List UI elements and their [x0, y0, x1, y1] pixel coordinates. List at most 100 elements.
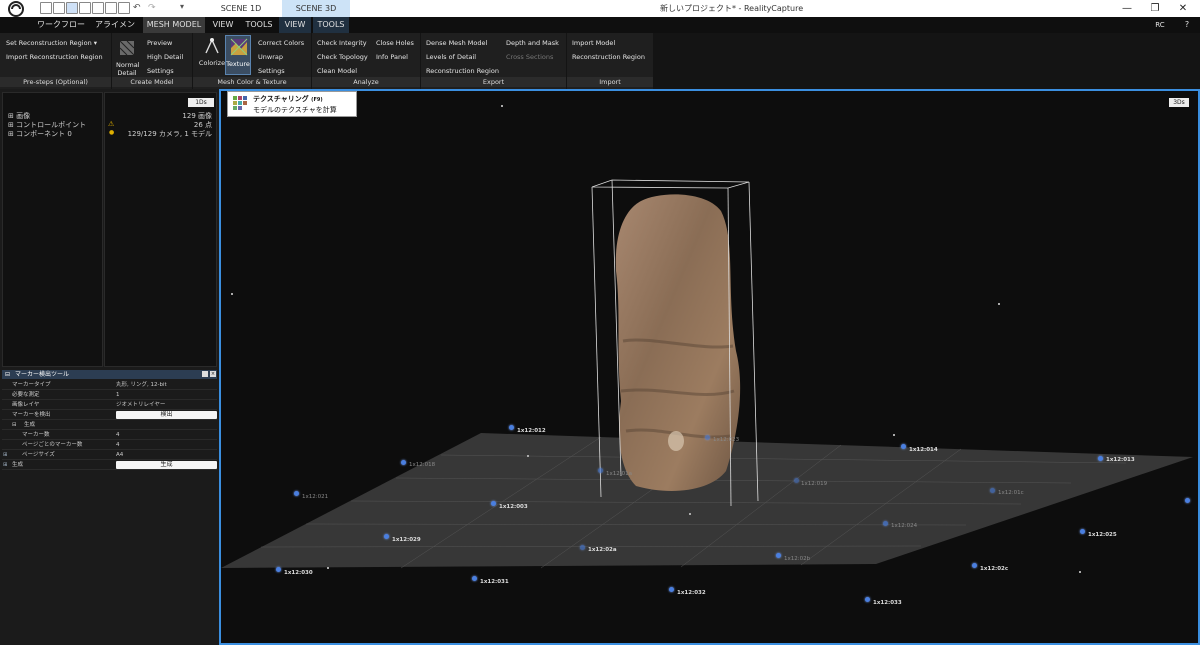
marker-dot[interactable]	[705, 435, 710, 440]
menu-alignment[interactable]: アライメント	[92, 17, 138, 45]
marker-dot[interactable]	[472, 576, 477, 581]
marker-label: 1x12:031	[480, 579, 509, 585]
marker-dot[interactable]	[794, 478, 799, 483]
row-value[interactable]: A4	[116, 450, 123, 460]
expand-icon[interactable]: ⊞	[3, 460, 8, 470]
warning-icon: ⚠	[108, 120, 115, 128]
group-export: Dense Mesh Model Levels of Detail Recons…	[421, 33, 566, 89]
correct-colors-button[interactable]: Correct Colors	[258, 39, 304, 47]
title-bar: ↶ ↷ ▾ SCENE 1D SCENE 3D 新しいプロジェクト* - Rea…	[0, 0, 1200, 17]
stone-highlight	[668, 431, 684, 451]
unwrap-button[interactable]: Unwrap	[258, 53, 283, 61]
preview-button[interactable]: Preview	[147, 39, 172, 47]
normal-detail-button[interactable]: Normal Detail	[116, 39, 140, 77]
texture-button[interactable]: Texture	[225, 35, 251, 75]
dense-mesh-model-button[interactable]: Dense Mesh Model	[426, 39, 487, 47]
row-value[interactable]: ジオメトリレイヤー	[116, 400, 165, 410]
group-label: Export	[421, 77, 566, 87]
marker-dot[interactable]	[580, 545, 585, 550]
row-page-size: ⊞ ページサイズ A4	[2, 450, 217, 460]
close-holes-button[interactable]: Close Holes	[376, 39, 414, 47]
marker-dot[interactable]	[1080, 529, 1085, 534]
check-topology-button[interactable]: Check Topology	[317, 53, 368, 61]
layout-1-icon[interactable]	[40, 2, 52, 14]
marker-dot[interactable]	[901, 444, 906, 449]
marker-dot[interactable]	[509, 425, 514, 430]
marker-dot[interactable]	[1098, 456, 1103, 461]
import-region-button[interactable]: Reconstruction Region	[572, 53, 645, 61]
marker-dot[interactable]	[598, 468, 603, 473]
row-value[interactable]: 1	[116, 390, 120, 400]
import-reconstruction-region-button[interactable]: Import Reconstruction Region	[6, 53, 103, 61]
expand-icon[interactable]: ⊞	[3, 450, 8, 460]
undo-icon[interactable]: ↶	[133, 3, 141, 13]
depth-and-mask-button[interactable]: Depth and Mask	[506, 39, 559, 47]
menu-view-ctx[interactable]: VIEW	[279, 17, 311, 33]
viewport-3d[interactable]: 3Ds テクスチャリング (F9) モデルのテクスチャを計算 1x12:012 …	[219, 89, 1200, 645]
tab-scene-1d[interactable]: SCENE 1D	[200, 0, 282, 17]
layout-2-icon[interactable]	[53, 2, 65, 14]
row-label: 必要な測定	[12, 392, 40, 398]
marker-dot[interactable]	[883, 521, 888, 526]
menu-tools-ctx[interactable]: TOOLS	[313, 17, 349, 33]
import-model-button[interactable]: Import Model	[572, 39, 615, 47]
marker-dot[interactable]	[865, 597, 870, 602]
layout-3-icon[interactable]	[66, 2, 78, 14]
tab-scene-3d[interactable]: SCENE 3D	[282, 0, 350, 17]
marker-dot[interactable]	[1185, 498, 1190, 503]
marker-dot[interactable]	[776, 553, 781, 558]
menu-workflow[interactable]: ワークフロー	[36, 17, 86, 33]
high-detail-button[interactable]: High Detail	[147, 53, 183, 61]
info-panel-button[interactable]: Info Panel	[376, 53, 408, 61]
window-title: 新しいプロジェクト* - RealityCapture	[660, 4, 804, 13]
row-value[interactable]: 4	[116, 440, 120, 450]
create-settings-button[interactable]: Settings	[147, 67, 174, 75]
row-label: 画像レイヤ	[12, 402, 40, 408]
row-label: ページごとのマーカー数	[22, 442, 83, 448]
layout-5-icon[interactable]	[92, 2, 104, 14]
export-reconstruction-region-button[interactable]: Reconstruction Region	[426, 67, 499, 75]
collapse-icon[interactable]: ⊟	[5, 370, 10, 379]
scene-canvas[interactable]	[221, 91, 1198, 643]
marker-dot[interactable]	[401, 460, 406, 465]
view-badge-1ds[interactable]: 1Ds	[188, 98, 214, 107]
marker-dot[interactable]	[491, 501, 496, 506]
app-logo[interactable]	[0, 0, 36, 17]
marker-dot[interactable]	[669, 587, 674, 592]
view-badge-3ds[interactable]: 3Ds	[1169, 98, 1189, 107]
marker-dot[interactable]	[990, 488, 995, 493]
detect-button[interactable]: 検出	[116, 411, 217, 419]
menu-tools[interactable]: TOOLS	[241, 17, 277, 33]
clean-model-button[interactable]: Clean Model	[317, 67, 357, 75]
marker-label: 1x12:012	[517, 428, 546, 434]
redo-icon[interactable]: ↷	[148, 3, 156, 13]
help-button[interactable]: ?	[1180, 17, 1194, 33]
menu-mesh-model[interactable]: MESH MODEL	[143, 17, 205, 33]
levels-of-detail-button[interactable]: Levels of Detail	[426, 53, 476, 61]
colorize-button[interactable]: Colorize	[197, 37, 227, 75]
pin-icon[interactable]: ▾	[180, 2, 184, 11]
check-integrity-button[interactable]: Check Integrity	[317, 39, 367, 47]
dock-icon[interactable]	[202, 371, 208, 377]
generate-button[interactable]: 生成	[116, 461, 217, 469]
set-reconstruction-region-button[interactable]: Set Reconstruction Region ▾	[6, 39, 97, 47]
layout-6-icon[interactable]	[105, 2, 117, 14]
cross-sections-button[interactable]: Cross Sections	[506, 53, 553, 61]
tree-item-component[interactable]: ⊞ コンポーネント 0	[8, 129, 72, 139]
layout-4-icon[interactable]	[79, 2, 91, 14]
menu-view[interactable]: VIEW	[207, 17, 239, 33]
tree-label: コントロールポイント	[16, 121, 87, 129]
tooltip-title: テクスチャリング (F9)	[253, 94, 323, 104]
close-button[interactable]: ✕	[1166, 0, 1200, 17]
marker-dot[interactable]	[972, 563, 977, 568]
section-toggle-icon[interactable]: ⊟	[12, 420, 17, 430]
marker-dot[interactable]	[276, 567, 281, 572]
marker-dot[interactable]	[384, 534, 389, 539]
layout-7-icon[interactable]	[118, 2, 130, 14]
row-value[interactable]: 4	[116, 430, 120, 440]
section-generate[interactable]: ⊟ 生成	[2, 420, 217, 430]
close-panel-icon[interactable]: ×	[210, 371, 216, 377]
row-value[interactable]: 丸形, リング, 12-bit	[116, 380, 167, 390]
marker-dot[interactable]	[294, 491, 299, 496]
texture-settings-button[interactable]: Settings	[258, 67, 285, 75]
